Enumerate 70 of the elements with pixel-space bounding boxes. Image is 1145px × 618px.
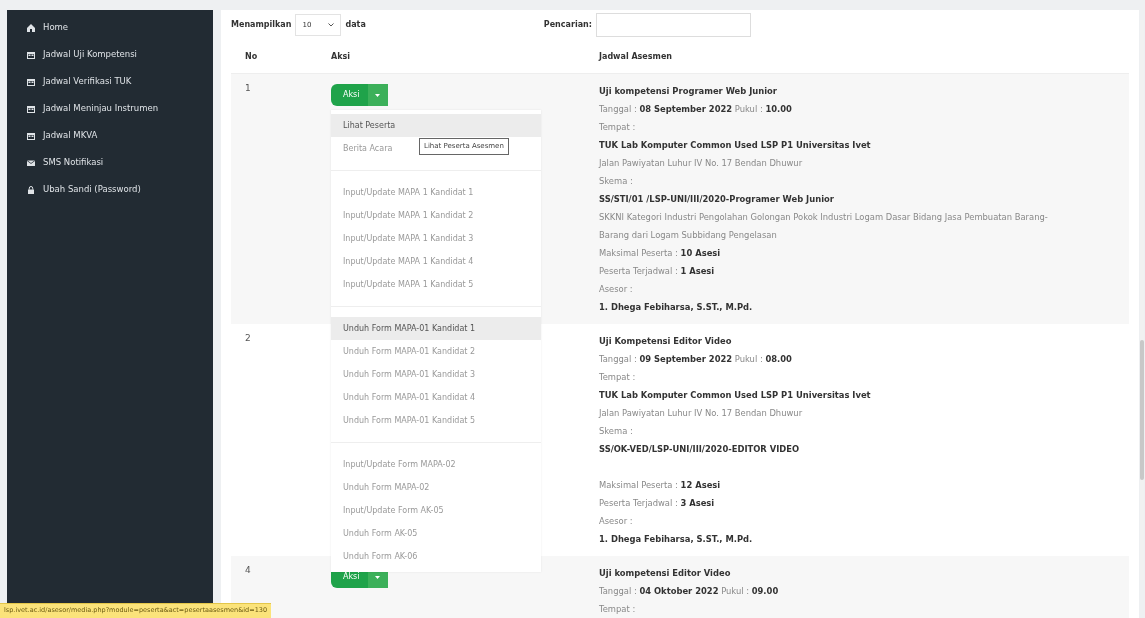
sidebar-item[interactable]: Home [7, 14, 213, 41]
schedule-text: Tempat : [599, 121, 637, 134]
schedule-text: Tempat : [599, 603, 637, 616]
menu-item[interactable]: Input/Update MAPA 1 Kandidat 5 [331, 273, 478, 296]
calendar-icon [27, 77, 35, 86]
sidebar-item[interactable]: Jadwal Meninjau Instrumen [7, 95, 213, 122]
calendar-icon [27, 131, 35, 140]
menu-item[interactable]: Berita Acara [331, 137, 397, 160]
sidebar-item[interactable]: SMS Notifikasi [7, 149, 213, 176]
show-label: Menampilkan [231, 19, 292, 31]
search-field[interactable] [595, 13, 751, 37]
schedule-text: Skema : [599, 425, 634, 438]
schedule-text: Jalan Pawiyatan Luhur IV No. 17 Bendan Dhuwur [599, 407, 804, 420]
menu-item[interactable]: Lihat Peserta [331, 114, 541, 137]
menu-item[interactable]: Input/Update MAPA 1 Kandidat 4 [331, 250, 478, 273]
envelope-icon [27, 158, 35, 167]
menu-item[interactable]: Input/Update MAPA 1 Kandidat 1 [331, 181, 478, 204]
sidebar-item[interactable]: Jadwal MKVA [7, 122, 213, 149]
schedule-heading: 1. Dhega Febiharsa, S.ST., M.Pd. [599, 301, 754, 314]
show-suffix: data [345, 19, 366, 31]
schedule-text: Peserta Terjadwal : 1 Asesi [599, 265, 716, 278]
schedule-text: Asesor : [599, 283, 634, 296]
schedule-text: Skema : [599, 175, 634, 188]
column-header: Aksi [330, 50, 351, 63]
caret-icon [375, 93, 380, 97]
schedule-heading: Uji kompetensi Programer Web Junior [599, 85, 778, 98]
search-label: Pencarian: [543, 19, 592, 31]
menu-item[interactable]: Input/Update Form MAPA-02 [331, 453, 460, 476]
menu-item[interactable]: Unduh Form MAPA-01 Kandidat 5 [331, 409, 480, 432]
caret-icon [375, 575, 380, 579]
column-header: No [244, 50, 259, 63]
column-header: Jadwal Asesmen [597, 50, 673, 63]
schedule-text: Tempat : [599, 371, 637, 384]
row-number: 1 [244, 82, 252, 95]
schedule-text: Tanggal : 04 Oktober 2022 Pukul : 09.00 [599, 585, 780, 598]
menu-item[interactable]: Input/Update MAPA 1 Kandidat 3 [331, 227, 478, 250]
menu-item[interactable]: Unduh Form MAPA-01 Kandidat 2 [331, 340, 480, 363]
schedule-heading: SS/STI/01 /LSP-UNI/III/2020-Programer Web Junior [599, 193, 835, 206]
menu-item[interactable]: Unduh Form MAPA-01 Kandidat 3 [331, 363, 480, 386]
schedule-heading: TUK Lab Komputer Common Used LSP P1 Universitas Ivet [599, 139, 872, 152]
schedule-text: Asesor : [599, 515, 634, 528]
schedule-heading: TUK Lab Komputer Common Used LSP P1 Universitas Ivet [599, 389, 872, 402]
schedule-text: SKKNI Kategori Industri Pengolahan Golongan Pokok Industri Logam Dasar Bidang Jasa Pembuatan Barang-Barang dari Logam Subbidang Pengelasan [599, 211, 1049, 242]
menu-item[interactable]: Input/Update MAPA 1 Kandidat 2 [331, 204, 478, 227]
calendar-icon [27, 104, 35, 113]
action-button[interactable]: Aksi [331, 84, 388, 106]
schedule-heading: 1. Dhega Febiharsa, S.ST., M.Pd. [599, 533, 754, 546]
menu-item[interactable]: Unduh Form MAPA-02 [331, 476, 434, 499]
lock-icon [27, 185, 35, 194]
schedule-text: Maksimal Peserta : 10 Asesi [599, 247, 722, 260]
schedule-heading: Uji kompetensi Editor Video [599, 567, 732, 580]
schedule-heading: SS/OK-VED/LSP-UNI/III/2020-EDITOR VIDEO [599, 443, 801, 456]
chevron-down-icon [328, 23, 335, 27]
calendar-icon [27, 50, 35, 59]
schedule-text: Jalan Pawiyatan Luhur IV No. 17 Bendan Dhuwur [599, 157, 804, 170]
sidebar-item[interactable]: Jadwal Uji Kompetensi [7, 41, 213, 68]
home-icon [27, 23, 35, 32]
sidebar-item[interactable]: Ubah Sandi (Password) [7, 176, 213, 203]
schedule-text: Tanggal : 09 September 2022 Pukul : 08.00 [599, 353, 793, 366]
menu-item[interactable]: Unduh Form AK-05 [331, 522, 422, 545]
sidebar-item[interactable]: Jadwal Verifikasi TUK [7, 68, 213, 95]
menu-item[interactable]: Unduh Form AK-06 [331, 545, 422, 568]
row-number: 2 [244, 332, 252, 345]
menu-item[interactable]: Unduh Form MAPA-01 Kandidat 1 [331, 317, 541, 340]
menu-item[interactable]: Unduh Form MAPA-01 Kandidat 4 [331, 386, 480, 409]
schedule-text: Maksimal Peserta : 12 Asesi [599, 479, 722, 492]
menu-item[interactable]: Input/Update Form AK-05 [331, 499, 448, 522]
schedule-text: Tanggal : 08 September 2022 Pukul : 10.00 [599, 103, 793, 116]
schedule-text: Peserta Terjadwal : 3 Asesi [599, 497, 716, 510]
schedule-heading: Uji Kompetensi Editor Video [599, 335, 733, 348]
